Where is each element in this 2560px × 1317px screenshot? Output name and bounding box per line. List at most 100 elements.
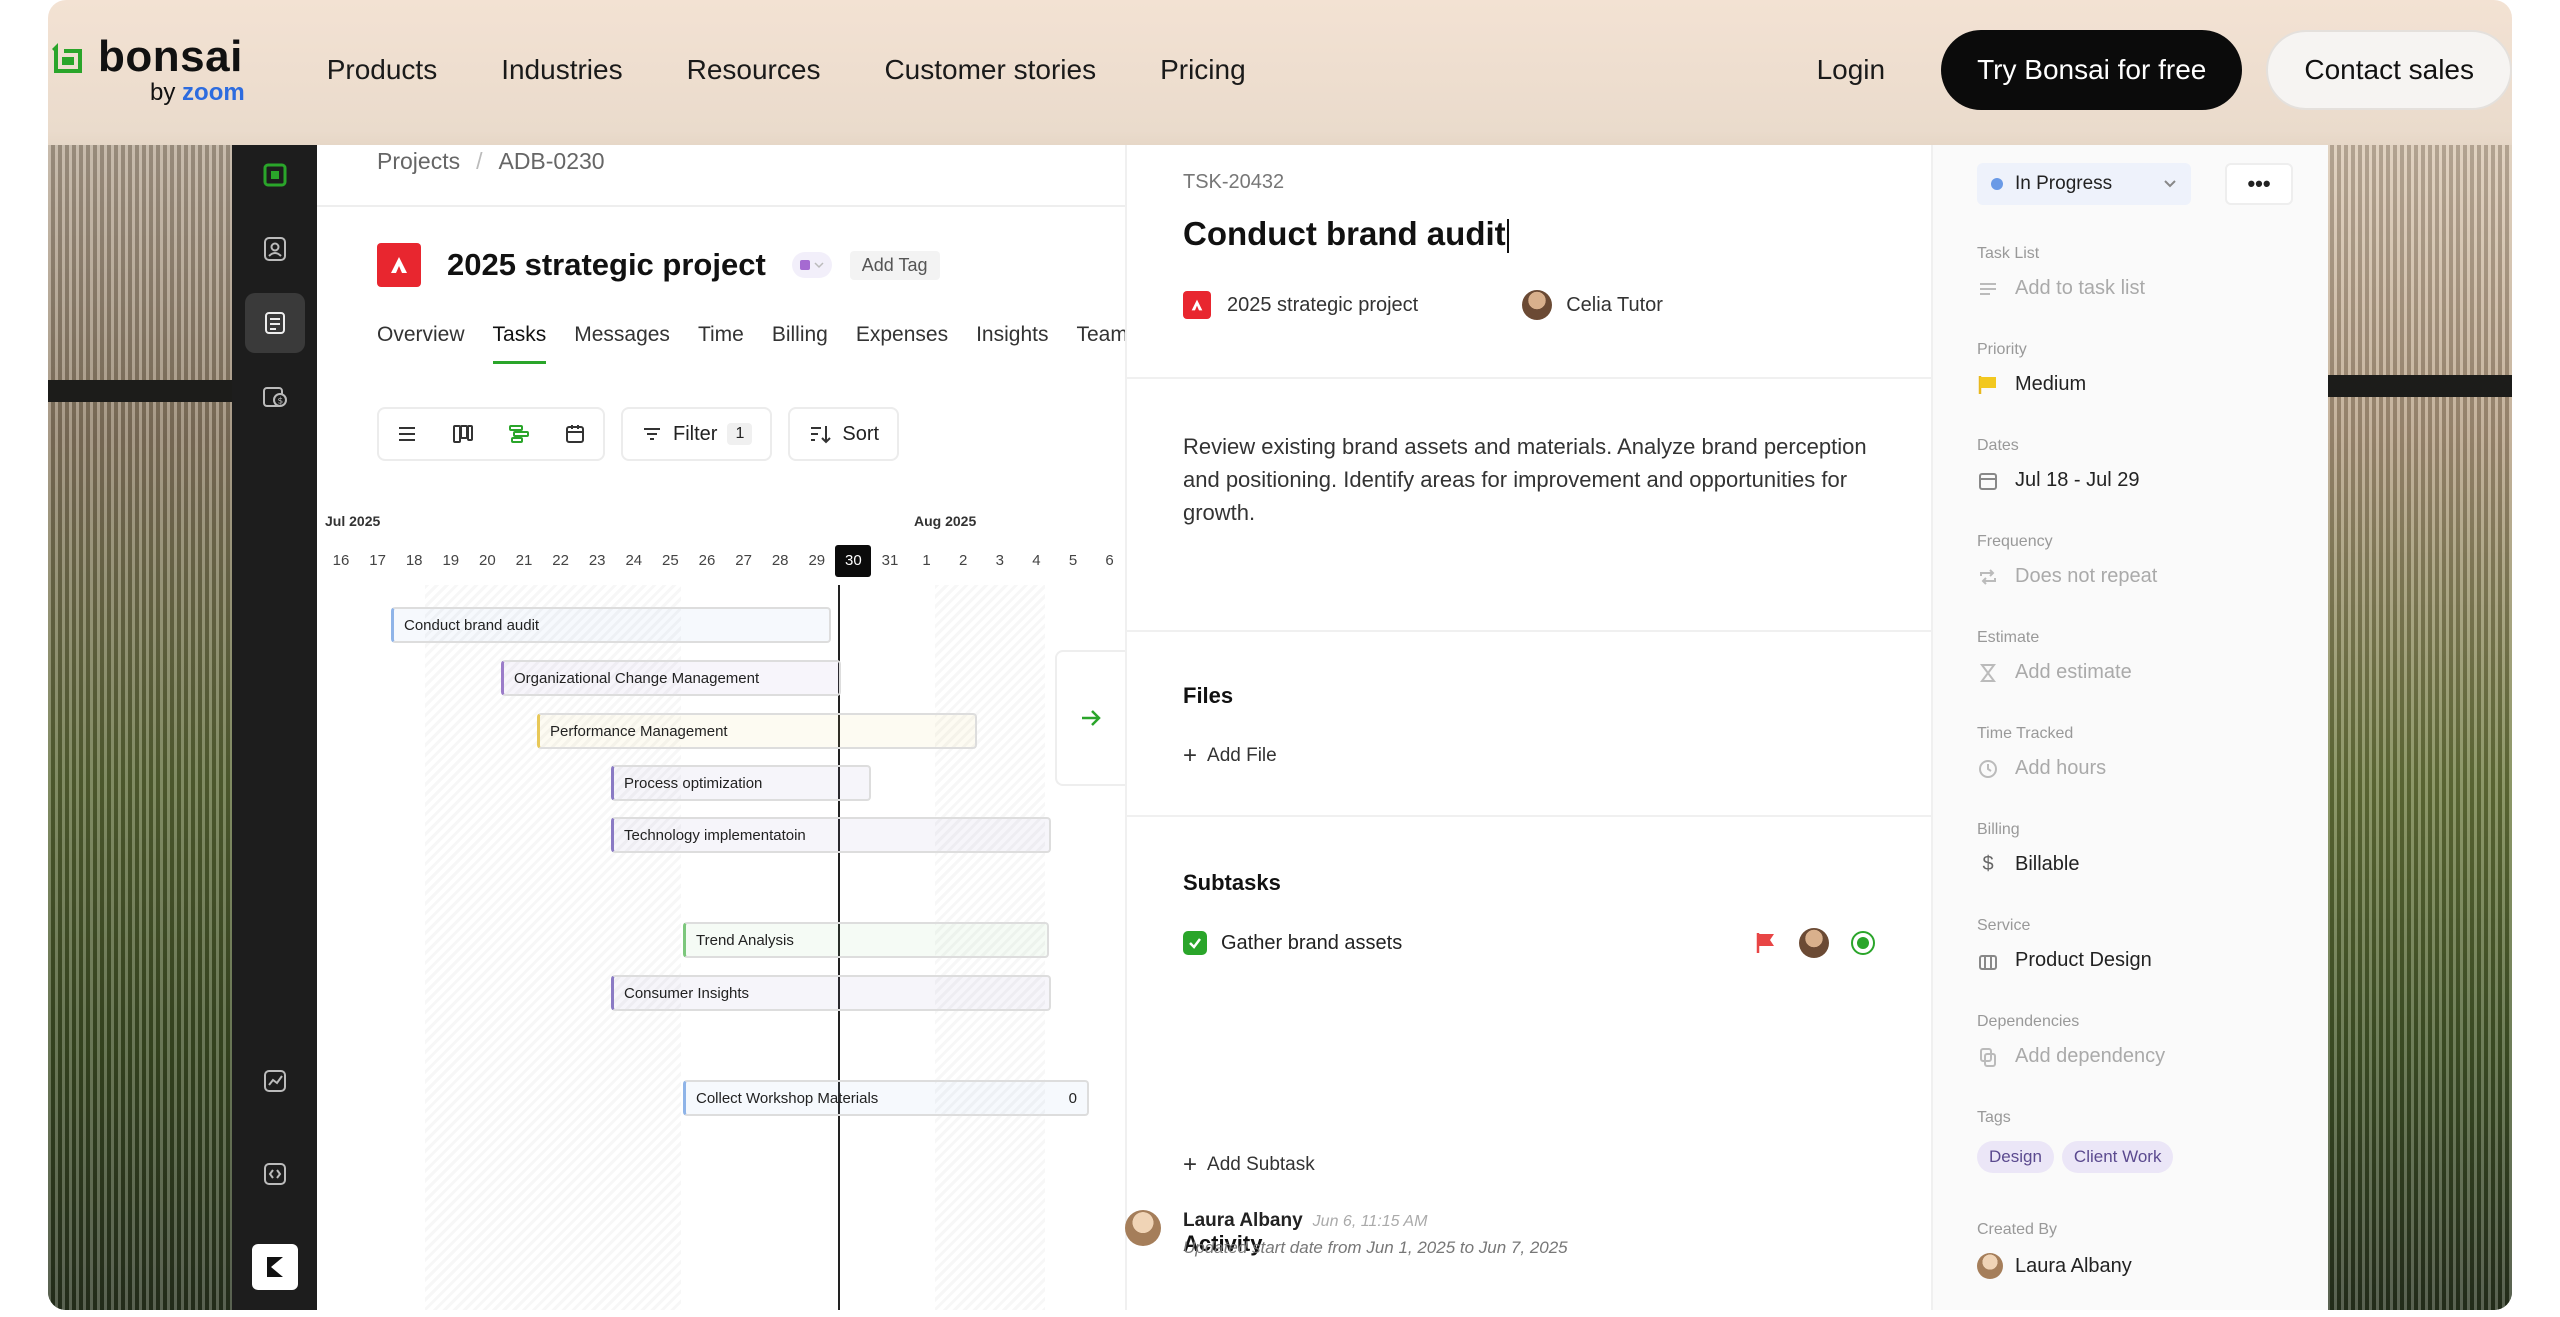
nav-actions: Login Try Bonsai for free Contact sales (1817, 30, 2512, 110)
sort-button[interactable]: Sort (788, 407, 900, 461)
tab-tasks[interactable]: Tasks (492, 323, 547, 364)
logo-byline: by zoom (150, 79, 245, 106)
more-options-button[interactable]: ••• (2225, 163, 2293, 205)
gantt-view-icon[interactable] (491, 409, 547, 459)
prop-billing: Billing $ Billable (1977, 821, 2080, 876)
prop-service: Service Product Design (1977, 917, 2152, 972)
gantt-bar[interactable]: Performance Management (537, 713, 977, 749)
contact-sales-button[interactable]: Contact sales (2266, 30, 2512, 110)
day-cell: 3 (995, 552, 1004, 569)
prop-created-by: Created By Laura Albany (1977, 1221, 2132, 1279)
gantt-bar-label: Consumer Insights (624, 984, 750, 1002)
sidebar-bottom (245, 1036, 305, 1290)
gantt-bar[interactable]: Process optimization (611, 765, 871, 801)
login-link[interactable]: Login (1817, 54, 1886, 86)
sort-icon (811, 426, 832, 444)
day-cell: 1 (922, 552, 931, 569)
tab-time[interactable]: Time (698, 323, 744, 364)
billing-field[interactable]: $ Billable (1977, 853, 2079, 876)
subtask-status-icon[interactable] (1851, 931, 1875, 955)
breadcrumb-project-id[interactable]: ADB-0230 (498, 148, 604, 175)
prop-frequency: Frequency Does not repeat (1977, 533, 2158, 588)
tab-team[interactable]: Team (1076, 323, 1127, 364)
gantt-bar[interactable]: Trend Analysis (683, 922, 1049, 958)
activity-time: Jun 6, 11:15 AM (1312, 1213, 1428, 1230)
background-right-panel (2327, 145, 2512, 1310)
task-project-link[interactable]: 2025 strategic project (1227, 294, 1418, 317)
prop-task-list: Task List Add to task list (1977, 245, 2146, 300)
project-header: 2025 strategic project Add Tag (377, 243, 940, 287)
flag-icon[interactable] (1755, 931, 1777, 955)
project-badge-icon (1183, 291, 1211, 319)
integrations-icon[interactable] (245, 1144, 305, 1204)
contacts-icon[interactable] (245, 219, 305, 279)
breadcrumb: Projects / ADB-0230 (377, 148, 605, 175)
tab-overview[interactable]: Overview (377, 323, 465, 364)
workspace-logo-icon[interactable] (251, 1244, 298, 1290)
breadcrumb-projects[interactable]: Projects (377, 148, 460, 175)
subtask-row[interactable]: Gather brand assets (1183, 925, 1875, 961)
reports-icon[interactable] (245, 1050, 305, 1110)
tab-billing[interactable]: Billing (772, 323, 828, 364)
frequency-field[interactable]: Does not repeat (1977, 565, 2157, 588)
month-label: Jul 2025 (325, 513, 381, 529)
time-tracked-field[interactable]: Add hours (1977, 757, 2106, 780)
tab-messages[interactable]: Messages (574, 323, 670, 364)
project-color-dropdown[interactable] (791, 252, 832, 278)
tag-chip[interactable]: Client Work (2061, 1141, 2174, 1173)
breadcrumb-separator: / (476, 148, 483, 174)
task-description[interactable]: Review existing brand assets and materia… (1183, 430, 1873, 529)
divider (317, 205, 1125, 207)
tag-chip[interactable]: Design (1977, 1141, 2054, 1173)
gantt-bar[interactable]: Collect Workshop Materials 0 (683, 1080, 1089, 1116)
nav-link-customer-stories[interactable]: Customer stories (884, 54, 1096, 86)
clock-icon (1979, 759, 1997, 778)
gantt-bar[interactable]: Consumer Insights (611, 975, 1051, 1011)
filter-button[interactable]: Filter 1 (621, 407, 773, 461)
checkbox-checked-icon[interactable] (1183, 931, 1207, 955)
tab-insights[interactable]: Insights (976, 323, 1048, 364)
tab-expenses[interactable]: Expenses (856, 323, 948, 364)
status-dropdown[interactable]: In Progress (1977, 163, 2191, 205)
add-file-button[interactable]: + Add File (1183, 742, 1277, 770)
prop-tags: Tags Design Client Work (1977, 1109, 2174, 1173)
activity-entry: Laura Albany Jun 6, 11:15 AM Updated star… (1125, 1210, 1568, 1258)
add-subtask-button[interactable]: + Add Subtask (1183, 1151, 1315, 1179)
add-tag-button[interactable]: Add Tag (849, 250, 940, 280)
gantt-bar[interactable]: Organizational Change Management (501, 660, 841, 696)
service-field[interactable]: Product Design (1977, 949, 2152, 972)
prop-time-tracked: Time Tracked Add hours (1977, 725, 2107, 780)
status-dot (1991, 178, 2003, 190)
nav-link-products[interactable]: Products (327, 54, 438, 86)
day-cell: 21 (515, 552, 533, 569)
task-assignee[interactable]: Celia Tutor (1566, 294, 1663, 317)
try-free-button[interactable]: Try Bonsai for free (1941, 30, 2243, 110)
task-list-field[interactable]: Add to task list (1977, 277, 2145, 300)
priority-field[interactable]: Medium (1977, 373, 2086, 396)
activity-author: Laura Albany Jun 6, 11:15 AM (1183, 1210, 1568, 1232)
subtask-assignee-avatar[interactable] (1799, 928, 1829, 958)
gantt-bar[interactable]: Technology implementatoin (611, 817, 1051, 853)
activity-author-name: Laura Albany (1183, 1210, 1303, 1231)
day-cell: 22 (552, 552, 569, 569)
day-header: 16 17 18 19 20 21 22 23 24 25 26 27 28 29 30 31 1 2 3 4 5 6 (317, 545, 1125, 581)
gantt-bar[interactable]: Conduct brand audit (391, 607, 831, 643)
estimate-field[interactable]: Add estimate (1977, 661, 2132, 684)
dependencies-field[interactable]: Add dependency (1977, 1045, 2165, 1068)
task-toolbar: Filter 1 Sort (377, 407, 900, 461)
gantt-bar-label: Collect Workshop Materials (696, 1089, 879, 1107)
finance-icon[interactable]: $ (245, 367, 305, 427)
sidebar-logo-icon[interactable] (245, 145, 305, 205)
divider (1127, 630, 1931, 632)
bonsai-logo[interactable]: bonsai by zoom (48, 35, 245, 105)
calendar-view-icon[interactable] (547, 409, 603, 459)
nav-link-resources[interactable]: Resources (687, 54, 821, 86)
nav-link-industries[interactable]: Industries (501, 54, 622, 86)
list-view-icon[interactable] (379, 409, 435, 459)
nav-link-pricing[interactable]: Pricing (1160, 54, 1246, 86)
dates-field[interactable]: Jul 18 - Jul 29 (1977, 469, 2140, 492)
collapse-panel-button[interactable] (1055, 650, 1125, 786)
task-title-input[interactable]: Conduct brand audit (1183, 215, 1509, 254)
board-view-icon[interactable] (435, 409, 491, 459)
projects-icon[interactable] (244, 293, 305, 353)
